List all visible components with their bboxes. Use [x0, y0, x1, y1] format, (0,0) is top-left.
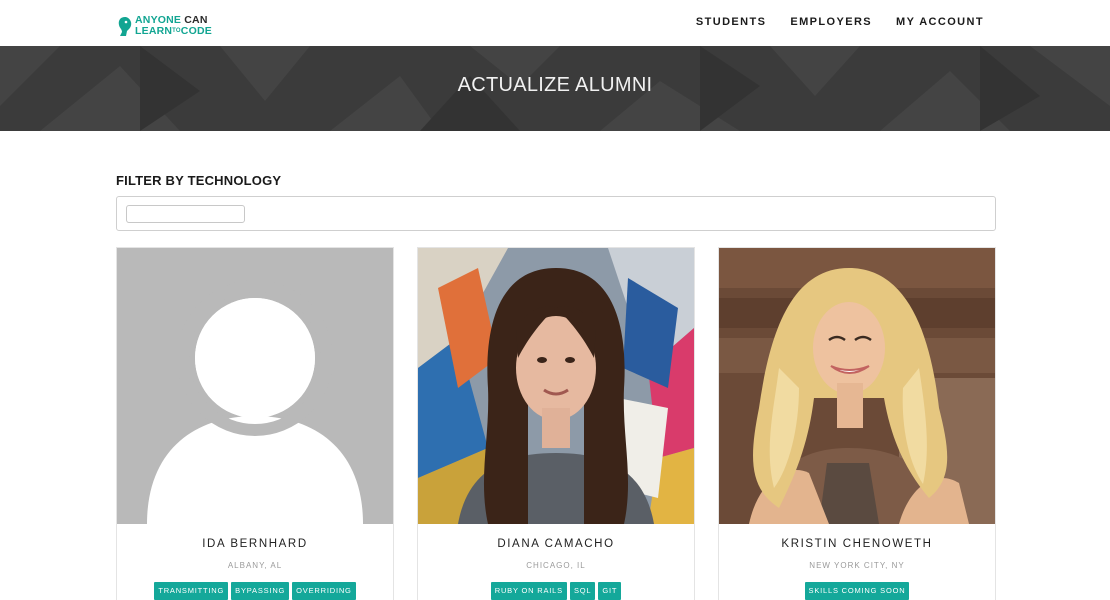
alumni-name: DIANA CAMACHO	[497, 538, 615, 550]
logo-mark-icon	[116, 14, 134, 38]
tech-tags: RUBY ON RAILS SQL GIT	[418, 582, 694, 600]
alumni-card[interactable]: KRISTIN CHENOWETH NEW YORK CITY, NY SKIL…	[718, 247, 996, 600]
site-logo[interactable]: ANYONE CAN LEARNTOCODE	[116, 12, 212, 40]
page-title: ACTUALIZE ALUMNI	[457, 74, 653, 96]
tech-tag[interactable]: BYPASSING	[231, 582, 290, 600]
alumni-photo-image	[719, 248, 995, 524]
tech-tag[interactable]: TRANSMITTING	[154, 582, 229, 600]
alumni-name: IDA BERNHARD	[202, 538, 308, 550]
tech-tag[interactable]: SQL	[569, 582, 596, 600]
nav-students[interactable]: STUDENTS	[696, 16, 766, 28]
alumni-card[interactable]: DIANA CAMACHO CHICAGO, IL RUBY ON RAILS …	[417, 247, 695, 600]
alumni-location: ALBANY, AL	[227, 561, 283, 570]
tech-tag[interactable]: RUBY ON RAILS	[490, 582, 567, 600]
alumni-location: NEW YORK CITY, NY	[809, 561, 905, 570]
alumni-photo	[719, 248, 995, 524]
page-banner: ACTUALIZE ALUMNI	[0, 46, 1110, 131]
avatar-placeholder	[117, 248, 393, 524]
nav-employers[interactable]: EMPLOYERS	[790, 16, 872, 28]
logo-word-learn: LEARN	[135, 25, 173, 37]
main-nav: STUDENTS EMPLOYERS MY ACCOUNT	[696, 16, 984, 28]
alumni-name: KRISTIN CHENOWETH	[781, 538, 933, 550]
top-navbar: ANYONE CAN LEARNTOCODE STUDENTS EMPLOYER…	[0, 0, 1110, 46]
tech-tag[interactable]: SKILLS COMING SOON	[804, 582, 910, 600]
alumni-photo-image	[418, 248, 694, 524]
default-avatar-icon	[117, 248, 393, 524]
alumni-location: CHICAGO, IL	[526, 561, 586, 570]
alumni-photo	[418, 248, 694, 524]
tech-tags: SKILLS COMING SOON	[719, 582, 995, 600]
filter-label: FILTER BY TECHNOLOGY	[116, 173, 282, 188]
logo-word-to: TO	[172, 28, 181, 34]
logo-word-code: CODE	[180, 25, 212, 37]
tech-tags: TRANSMITTING BYPASSING OVERRIDING	[117, 582, 393, 600]
tech-tag[interactable]: GIT	[598, 582, 622, 600]
filter-container	[116, 196, 996, 231]
alumni-card[interactable]: IDA BERNHARD ALBANY, AL TRANSMITTING BYP…	[116, 247, 394, 600]
filter-technology-input[interactable]	[126, 205, 245, 223]
tech-tag[interactable]: OVERRIDING	[292, 582, 356, 600]
nav-my-account[interactable]: MY ACCOUNT	[896, 16, 984, 28]
logo-text: ANYONE CAN LEARNTOCODE	[135, 15, 212, 37]
